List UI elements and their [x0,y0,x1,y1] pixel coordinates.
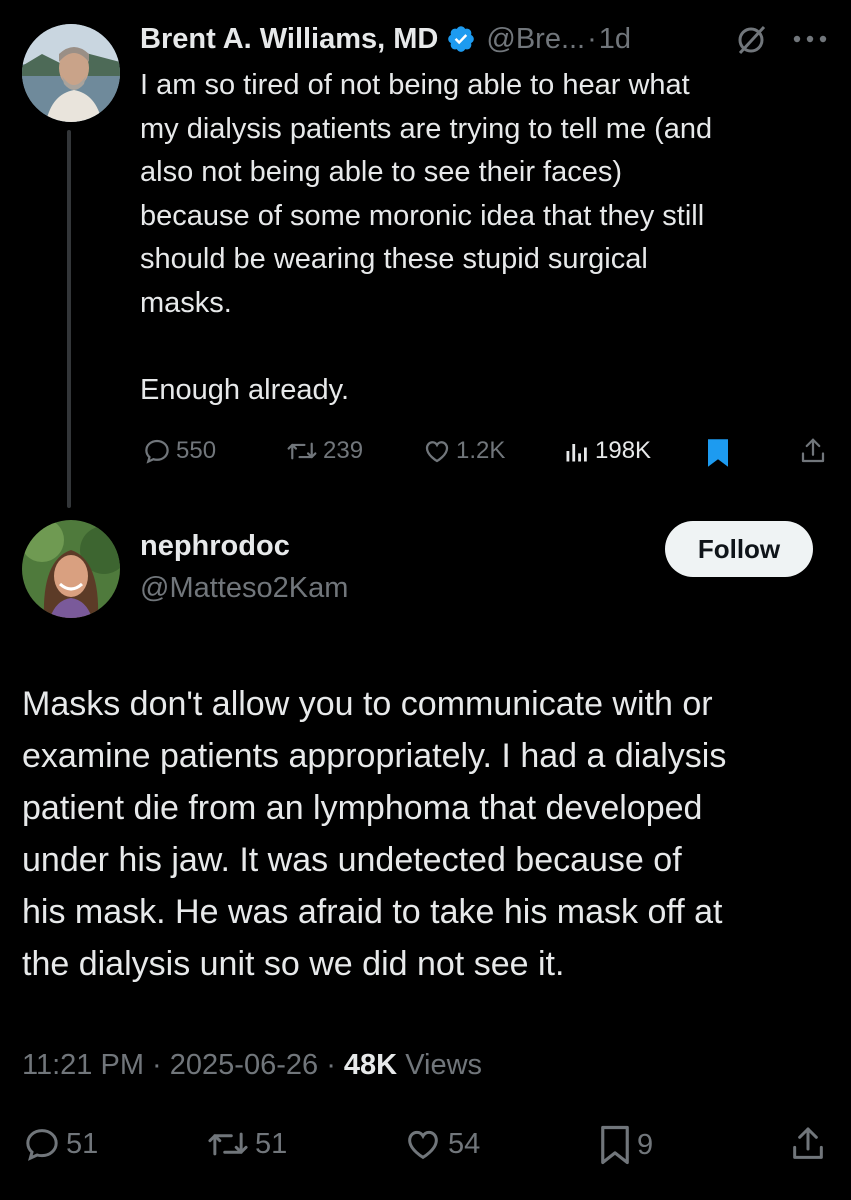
reply-icon [145,439,169,464]
parent-like-action[interactable]: 1.2K [422,436,505,466]
reply-tweet-date[interactable]: 2025-06-26 [170,1049,318,1081]
repost-icon [287,442,317,460]
header-separator: · [587,22,597,55]
share-icon [801,438,825,463]
reply-reply-count: 51 [66,1127,99,1160]
like-icon [425,441,449,463]
views-icon [566,444,587,462]
meta-separator: · [152,1049,162,1081]
reply-share-action[interactable] [788,1124,828,1164]
reply-tweet-actions: 51 51 54 9 [0,1122,851,1166]
parent-repost-action[interactable]: 239 [285,436,363,466]
parent-author-handle[interactable]: @Bre... [486,23,585,56]
verified-badge-icon [446,24,476,54]
parent-like-count: 1.2K [456,437,506,464]
parent-views-count: 198K [595,437,652,464]
reply-bookmark-count: 9 [637,1128,654,1161]
reply-tweet-time[interactable]: 11:21 PM [22,1049,144,1081]
reply-tweet-text: Masks don't allow you to communicate wit… [22,685,727,983]
parent-author-name[interactable]: Brent A. Williams, MD [140,23,438,56]
reply-like-action[interactable]: 54 [402,1124,480,1164]
parent-tweet-actions: 550 239 1.2K 198K [0,432,851,472]
reply-author-name[interactable]: nephrodoc [140,530,290,563]
parent-bookmark-action[interactable] [705,438,731,468]
reply-repost-count: 51 [255,1127,288,1160]
reply-views-label: Views [405,1049,483,1081]
more-options-icon[interactable] [792,34,828,44]
meta-separator: · [326,1049,336,1081]
reply-reply-action[interactable]: 51 [22,1124,98,1164]
parent-tweet-header: Brent A. Williams, MD @Bre... · 1d [140,16,631,62]
parent-tweet-time[interactable]: 1d [599,23,631,56]
share-icon [793,1127,823,1159]
parent-views-action[interactable]: 198K [563,436,651,466]
like-icon [408,1130,438,1160]
reply-author-avatar[interactable] [22,520,120,618]
reply-bookmark-action[interactable]: 9 [597,1124,653,1166]
bookmark-icon [708,439,728,467]
parent-author-avatar[interactable] [22,24,120,122]
reply-repost-action[interactable]: 51 [205,1124,287,1164]
follow-button[interactable]: Follow [665,521,813,577]
reply-like-count: 54 [448,1127,481,1160]
reply-author-handle[interactable]: @Matteso2Kam [140,572,348,605]
parent-reply-count: 550 [176,437,217,464]
parent-share-action[interactable] [798,436,828,466]
parent-tweet-text: I am so tired of not being able to hear … [140,69,713,406]
grok-icon[interactable] [733,22,769,58]
repost-icon [208,1132,248,1156]
parent-reply-action[interactable]: 550 [142,436,216,466]
parent-repost-count: 239 [323,437,364,464]
bookmark-icon [601,1125,629,1165]
reply-views-count[interactable]: 48K [344,1049,397,1081]
reply-icon [26,1129,58,1161]
reply-tweet-meta: 11:21 PM · 2025-06-26 · 48K Views [22,1049,482,1082]
